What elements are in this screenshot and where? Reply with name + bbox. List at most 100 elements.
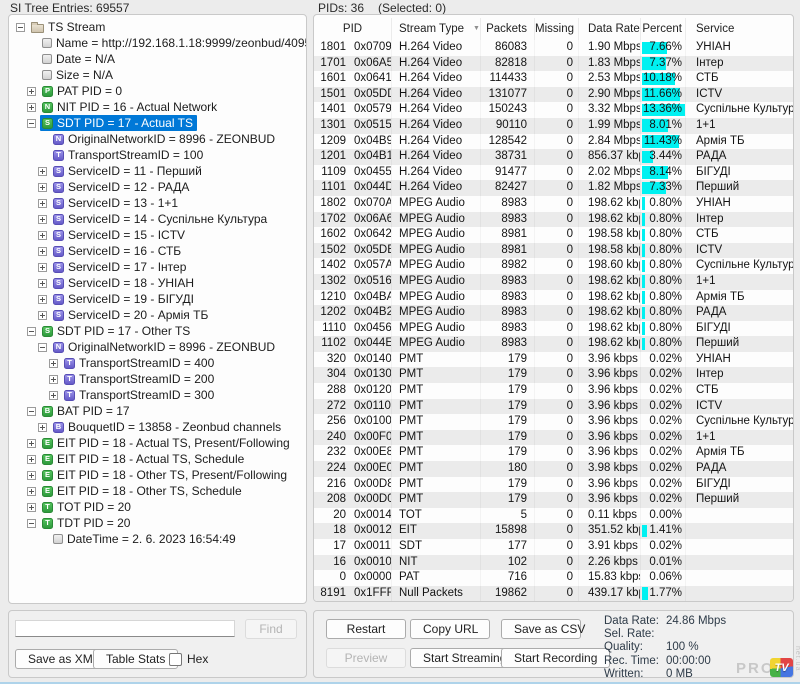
expand-icon[interactable] <box>38 263 47 272</box>
tree-item[interactable]: SServiceID = 16 - СТБ <box>9 243 306 259</box>
tree-item[interactable]: SServiceID = 17 - Інтер <box>9 259 306 275</box>
table-row[interactable]: 17010x06A5H.264 Video8281801.83 Mbps7.37… <box>314 56 793 72</box>
expand-icon[interactable] <box>27 439 36 448</box>
column-header-pid[interactable]: PID <box>314 18 392 40</box>
tree-item[interactable]: EEIT PID = 18 - Actual TS, Present/Follo… <box>9 435 306 451</box>
tree-item[interactable]: SServiceID = 14 - Суспільне Культура <box>9 211 306 227</box>
table-row[interactable]: 2560x0100PMT17903.96 kbps0.02%Суспільне … <box>314 414 793 430</box>
expand-icon[interactable] <box>27 455 36 464</box>
table-row[interactable]: 15010x05DDH.264 Video13107702.90 Mbps11.… <box>314 87 793 103</box>
expand-icon[interactable] <box>38 423 47 432</box>
tree-item[interactable]: SServiceID = 15 - ICTV <box>9 227 306 243</box>
tree-item[interactable]: EEIT PID = 18 - Other TS, Schedule <box>9 483 306 499</box>
collapse-icon[interactable] <box>27 519 36 528</box>
table-row[interactable]: 2880x0120PMT17903.96 kbps0.02%СТБ <box>314 383 793 399</box>
tree-item[interactable]: PPAT PID = 0 <box>9 83 306 99</box>
copy-url-button[interactable]: Copy URL <box>410 619 490 639</box>
tree-item[interactable]: SSDT PID = 17 - Other TS <box>9 323 306 339</box>
save-as-csv-button[interactable]: Save as CSV <box>501 619 581 639</box>
find-button[interactable]: Find <box>245 619 297 639</box>
tree-item[interactable]: SSDT PID = 17 - Actual TS <box>9 115 306 131</box>
expand-icon[interactable] <box>38 295 47 304</box>
expand-icon[interactable] <box>38 231 47 240</box>
tree-item[interactable]: Date = N/A <box>9 51 306 67</box>
tree-item[interactable]: TTransportStreamID = 200 <box>9 371 306 387</box>
tree-item[interactable]: SServiceID = 19 - БІГУДІ <box>9 291 306 307</box>
table-row[interactable]: 180x0012EIT158980351.52 kbps1.41% <box>314 523 793 539</box>
tree-item[interactable]: DateTime = 2. 6. 2023 16:54:49 <box>9 531 306 547</box>
preview-button[interactable]: Preview <box>326 648 406 668</box>
expand-icon[interactable] <box>27 87 36 96</box>
table-row[interactable]: 12020x04B2MPEG Audio89830198.62 kbps0.80… <box>314 305 793 321</box>
column-header-missing[interactable]: Missing <box>535 18 579 40</box>
column-header-service[interactable]: Service <box>686 18 793 40</box>
expand-icon[interactable] <box>38 279 47 288</box>
tree-item[interactable]: SServiceID = 18 - УНІАН <box>9 275 306 291</box>
column-header-packets[interactable]: Packets <box>481 18 535 40</box>
table-row[interactable]: 3200x0140PMT17903.96 kbps0.02%УНІАН <box>314 352 793 368</box>
tree-item[interactable]: SServiceID = 11 - Перший <box>9 163 306 179</box>
table-row[interactable]: 2720x0110PMT17903.96 kbps0.02%ICTV <box>314 399 793 415</box>
expand-icon[interactable] <box>27 487 36 496</box>
collapse-icon[interactable] <box>27 407 36 416</box>
tree-item[interactable]: TTransportStreamID = 100 <box>9 147 306 163</box>
table-row[interactable]: 11020x044EMPEG Audio89830198.62 kbps0.80… <box>314 336 793 352</box>
expand-icon[interactable] <box>49 391 58 400</box>
find-input[interactable] <box>15 620 235 637</box>
expand-icon[interactable] <box>27 503 36 512</box>
expand-icon[interactable] <box>38 215 47 224</box>
table-row[interactable]: 200x0014TOT500.11 kbps0.00% <box>314 508 793 524</box>
expand-icon[interactable] <box>38 199 47 208</box>
expand-icon[interactable] <box>38 247 47 256</box>
expand-icon[interactable] <box>49 375 58 384</box>
table-row[interactable]: 2240x00E0PMT18003.98 kbps0.02%РАДА <box>314 461 793 477</box>
expand-icon[interactable] <box>27 103 36 112</box>
expand-icon[interactable] <box>27 471 36 480</box>
tree-item[interactable]: TTransportStreamID = 300 <box>9 387 306 403</box>
table-row[interactable]: 13020x0516MPEG Audio89830198.62 kbps0.80… <box>314 274 793 290</box>
tree-item[interactable]: BBAT PID = 17 <box>9 403 306 419</box>
table-row[interactable]: 11100x0456MPEG Audio89830198.62 kbps0.80… <box>314 321 793 337</box>
table-row[interactable]: 81910x1FFFNull Packets198620439.17 kbps1… <box>314 586 793 602</box>
table-row[interactable]: 13010x0515H.264 Video9011001.99 Mbps8.01… <box>314 118 793 134</box>
tree-item[interactable]: Size = N/A <box>9 67 306 83</box>
pid-table-header[interactable]: PIDStream Type▼PacketsMissingData RatePe… <box>314 18 793 40</box>
collapse-icon[interactable] <box>16 23 25 32</box>
tree-item[interactable]: SServiceID = 12 - РАДА <box>9 179 306 195</box>
collapse-icon[interactable] <box>27 119 36 128</box>
table-row[interactable]: 14020x057AMPEG Audio89820198.60 kbps0.80… <box>314 258 793 274</box>
tree-item[interactable]: SServiceID = 20 - Армія ТБ <box>9 307 306 323</box>
table-row[interactable]: 12010x04B1H.264 Video387310856.37 kbps3.… <box>314 149 793 165</box>
table-row[interactable]: 11090x0455H.264 Video9147702.02 Mbps8.14… <box>314 165 793 181</box>
tree-item[interactable]: NNIT PID = 16 - Actual Network <box>9 99 306 115</box>
table-row[interactable]: 12100x04BAMPEG Audio89830198.62 kbps0.80… <box>314 290 793 306</box>
table-row[interactable]: 2080x00D0PMT17903.96 kbps0.02%Перший <box>314 492 793 508</box>
restart-button[interactable]: Restart <box>326 619 406 639</box>
table-row[interactable]: 12090x04B9H.264 Video12854202.84 Mbps11.… <box>314 134 793 150</box>
tree-item[interactable]: EEIT PID = 18 - Actual TS, Schedule <box>9 451 306 467</box>
table-row[interactable]: 2160x00D8PMT17903.96 kbps0.02%БІГУДІ <box>314 477 793 493</box>
table-row[interactable]: 170x0011SDT17703.91 kbps0.02% <box>314 539 793 555</box>
table-row[interactable]: 16020x0642MPEG Audio89810198.58 kbps0.80… <box>314 227 793 243</box>
tree-item[interactable]: TTOT PID = 20 <box>9 499 306 515</box>
tree-item[interactable]: TTransportStreamID = 400 <box>9 355 306 371</box>
table-row[interactable]: 14010x0579H.264 Video15024303.32 Mbps13.… <box>314 102 793 118</box>
expand-icon[interactable] <box>38 311 47 320</box>
collapse-icon[interactable] <box>27 327 36 336</box>
table-row[interactable]: 15020x05DEMPEG Audio89810198.58 kbps0.80… <box>314 243 793 259</box>
table-row[interactable]: 11010x044DH.264 Video8242701.82 Mbps7.33… <box>314 180 793 196</box>
table-row[interactable]: 17020x06A6MPEG Audio89830198.62 kbps0.80… <box>314 212 793 228</box>
table-row[interactable]: 18020x070AMPEG Audio89830198.62 kbps0.80… <box>314 196 793 212</box>
tree-item[interactable]: SServiceID = 13 - 1+1 <box>9 195 306 211</box>
tree-item[interactable]: EEIT PID = 18 - Other TS, Present/Follow… <box>9 467 306 483</box>
table-row[interactable]: 00x0000PAT716015.83 kbps0.06% <box>314 570 793 586</box>
table-stats-button[interactable]: Table Stats <box>93 649 178 669</box>
column-header-percent[interactable]: Percent <box>641 18 686 40</box>
tree-item[interactable]: NOriginalNetworkID = 8996 - ZEONBUD <box>9 131 306 147</box>
tree-item[interactable]: TS Stream <box>9 19 306 35</box>
collapse-icon[interactable] <box>38 343 47 352</box>
column-header-stream-type[interactable]: Stream Type▼ <box>392 18 481 40</box>
tree-item[interactable]: Name = http://192.168.1.18:9999/zeonbud/… <box>9 35 306 51</box>
expand-icon[interactable] <box>38 167 47 176</box>
hex-checkbox[interactable] <box>169 653 182 666</box>
